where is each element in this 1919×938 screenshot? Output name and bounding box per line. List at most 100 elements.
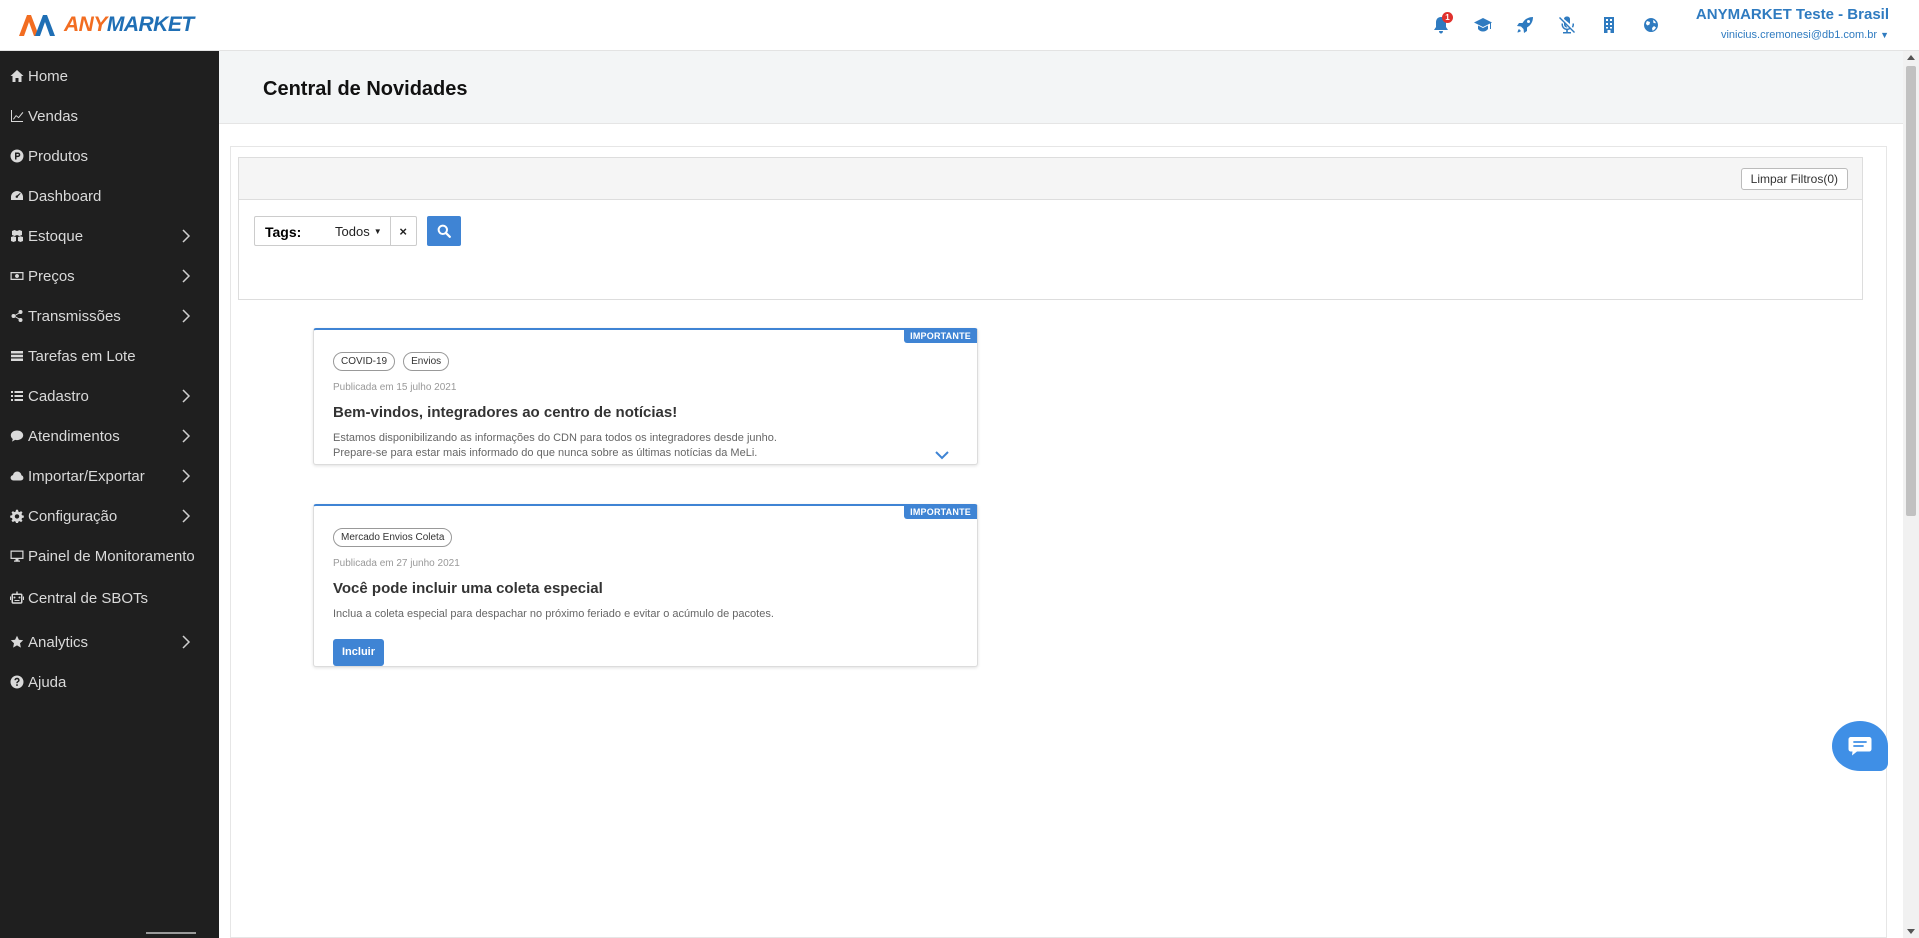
search-button[interactable] — [427, 216, 461, 246]
sidebar-item-home[interactable]: Home — [0, 60, 219, 92]
sidebar-item-cadastro[interactable]: Cadastro — [0, 380, 219, 412]
tag-chip[interactable]: Mercado Envios Coleta — [333, 528, 453, 547]
published-date: Publicada em 15 julho 2021 — [333, 382, 457, 393]
globe-icon[interactable] — [1630, 14, 1672, 36]
home-icon — [10, 70, 24, 82]
news-text: Estamos disponibilizando as informações … — [333, 432, 777, 444]
sidebar-item-label: Preços — [28, 267, 75, 285]
expand-chevron-icon[interactable] — [934, 448, 950, 460]
building-icon[interactable] — [1588, 14, 1630, 36]
cloud-icon — [10, 471, 24, 481]
main-content: Central de Novidades Limpar Filtros(0) T… — [219, 51, 1905, 938]
sidebar-item-estoque[interactable]: Estoque — [0, 220, 219, 252]
news-title: Bem-vindos, integradores ao centro de no… — [333, 404, 678, 421]
sidebar-item-central-de-sbots[interactable]: Central de SBOTs — [0, 582, 219, 614]
close-icon: × — [399, 223, 407, 239]
filter-panel: Limpar Filtros(0) Tags: Todos ▼ × — [238, 157, 1863, 300]
sidebar-item-label: Ajuda — [28, 673, 67, 691]
news-title: Você pode incluir uma coleta especial — [333, 580, 603, 597]
chevron-right-icon — [180, 634, 192, 650]
caret-down-icon: ▼ — [373, 227, 382, 236]
chevron-right-icon — [180, 428, 192, 444]
clear-filters-button[interactable]: Limpar Filtros(0) — [1740, 168, 1848, 190]
news-card: IMPORTANTE COVID-19 Envios Publicada em … — [313, 328, 978, 465]
comments-icon — [10, 430, 24, 442]
published-date: Publicada em 27 junho 2021 — [333, 558, 460, 569]
chevron-right-icon — [180, 508, 192, 524]
sidebar-item-label: Tarefas em Lote — [28, 347, 136, 365]
desktop-icon — [10, 550, 24, 562]
news-card: IMPORTANTE Mercado Envios Coleta Publica… — [313, 504, 978, 667]
header-icon-group: 1 — [1420, 12, 1672, 36]
sidebar-item-analytics[interactable]: Analytics — [0, 626, 219, 658]
sidebar-item-label: Estoque — [28, 227, 84, 245]
money-icon — [10, 272, 24, 280]
sidebar-item-label: Transmissões — [28, 307, 121, 325]
news-container: Limpar Filtros(0) Tags: Todos ▼ × IMPORT… — [230, 146, 1887, 938]
sidebar-item-label: Importar/Exportar — [28, 467, 145, 485]
robot-icon — [10, 591, 24, 604]
vertical-scrollbar[interactable] — [1903, 51, 1919, 938]
dashboard-icon — [11, 191, 23, 200]
sidebar-item-produtos[interactable]: Produtos — [0, 140, 219, 172]
incluir-button[interactable]: Incluir — [333, 639, 385, 666]
chat-widget-button[interactable] — [1832, 721, 1888, 771]
sidebar-item-tarefas-em-lote[interactable]: Tarefas em Lote — [0, 340, 219, 372]
chevron-right-icon — [180, 388, 192, 404]
product-hunt-icon — [10, 149, 24, 163]
tags-label: Tags: — [265, 224, 302, 240]
sidebar-divider — [146, 932, 196, 934]
chevron-right-icon — [180, 468, 192, 484]
sidebar-item-label: Configuração — [28, 507, 118, 525]
sidebar-item-label: Painel de Monitoramento — [28, 547, 195, 565]
chevron-right-icon — [180, 308, 192, 324]
chevron-right-icon — [180, 228, 192, 244]
scroll-up-arrow-icon[interactable] — [1907, 55, 1915, 60]
account-email-row[interactable]: vinicius.cremonesi@db1.com.br ▼ — [1696, 29, 1889, 41]
bell-icon[interactable]: 1 — [1420, 12, 1462, 36]
sidebar-item-vendas[interactable]: Vendas — [0, 100, 219, 132]
rocket-icon[interactable] — [1504, 14, 1546, 36]
clear-tag-button[interactable]: × — [389, 217, 416, 245]
account-name: ANYMARKET Teste - Brasil — [1695, 6, 1889, 23]
anymarket-logo[interactable]: ANYMARKET — [18, 11, 194, 39]
sidebar: Home Vendas Produtos Dashboard Estoque P… — [0, 51, 219, 938]
sidebar-item-label: Produtos — [28, 147, 89, 165]
sidebar-item-transmissoes[interactable]: Transmissões — [0, 300, 219, 332]
search-icon — [437, 224, 451, 238]
tag-chip[interactable]: Envios — [403, 352, 450, 371]
scrollbar-thumb[interactable] — [1906, 66, 1916, 516]
sidebar-item-configuracao[interactable]: Configuração — [0, 500, 219, 532]
page-header: Central de Novidades — [219, 51, 1905, 124]
logo-text-any: ANY — [64, 13, 107, 36]
page-title: Central de Novidades — [263, 78, 468, 100]
sidebar-item-precos[interactable]: Preços — [0, 260, 219, 292]
microphone-slash-icon[interactable] — [1546, 14, 1588, 36]
sidebar-item-label: Analytics — [28, 633, 89, 651]
scroll-down-arrow-icon[interactable] — [1907, 929, 1915, 934]
sidebar-item-atendimentos[interactable]: Atendimentos — [0, 420, 219, 452]
chat-icon — [1848, 737, 1872, 756]
star-icon — [10, 635, 24, 648]
sidebar-item-ajuda[interactable]: Ajuda — [0, 666, 219, 698]
list-icon — [11, 391, 23, 401]
filter-panel-header: Limpar Filtros(0) — [239, 158, 1862, 200]
important-badge: IMPORTANTE — [904, 505, 977, 519]
account-menu[interactable]: ANYMARKET Teste - Brasil vinicius.cremon… — [1696, 6, 1889, 41]
sidebar-item-label: Central de SBOTs — [28, 589, 149, 607]
account-email: vinicius.cremonesi@db1.com.br — [1720, 29, 1878, 41]
tags-filter: Tags: Todos ▼ × — [254, 216, 417, 246]
logo-text-market: MARKET — [106, 13, 194, 36]
notification-count: 1 — [1442, 12, 1453, 23]
cubes-icon — [11, 230, 23, 242]
graduation-cap-icon[interactable] — [1462, 14, 1504, 36]
news-tags: COVID-19 Envios — [333, 352, 450, 371]
sidebar-item-dashboard[interactable]: Dashboard — [0, 180, 219, 212]
news-text: Prepare-se para estar mais informado do … — [333, 447, 758, 459]
cog-icon — [10, 509, 24, 523]
tag-chip[interactable]: COVID-19 — [333, 352, 396, 371]
sidebar-item-importar-exportar[interactable]: Importar/Exportar — [0, 460, 219, 492]
tags-select[interactable]: Todos ▼ — [331, 217, 390, 245]
sidebar-item-painel-de-monitoramento[interactable]: Painel de Monitoramento — [0, 540, 219, 572]
sidebar-item-label: Vendas — [28, 107, 79, 125]
